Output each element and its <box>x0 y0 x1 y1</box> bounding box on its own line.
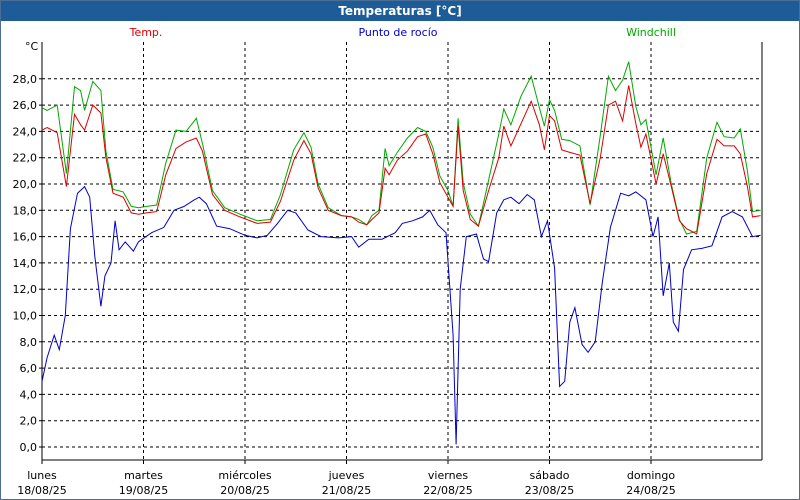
y-tick-label: 14,0 <box>13 257 38 270</box>
x-tick-date: 21/08/25 <box>322 484 371 497</box>
series-lines <box>41 61 761 445</box>
series-line-dewpoint <box>41 185 761 445</box>
x-tick-date: 24/08/25 <box>626 484 675 497</box>
x-tick-day: lunes <box>27 469 57 482</box>
x-tick-date: 23/08/25 <box>525 484 574 497</box>
x-tick-day: viernes <box>428 469 468 482</box>
y-tick-label: 4,0 <box>20 388 38 401</box>
x-tick-day: sábado <box>530 469 570 482</box>
y-tick-label: 28,0 <box>13 73 38 86</box>
y-tick-label: 2,0 <box>20 415 38 428</box>
y-tick-label: 12,0 <box>13 283 38 296</box>
x-tick-day: jueves <box>328 469 365 482</box>
y-tick-label: 20,0 <box>13 178 38 191</box>
x-tick-date: 20/08/25 <box>220 484 269 497</box>
y-tick-label: 0,0 <box>20 441 38 454</box>
legend-dewpoint: Punto de rocío <box>358 26 437 39</box>
legend-temp: Temp. <box>129 26 163 39</box>
x-tick-date: 18/08/25 <box>17 484 66 497</box>
y-tick-label: 18,0 <box>13 204 38 217</box>
y-tick-label: 24,0 <box>13 125 38 138</box>
y-tick-label: 6,0 <box>20 362 38 375</box>
legend-windchill: Windchill <box>626 26 676 39</box>
axes: 0,0 2,0 4,0 6,0 8,0 10,0 12,0 14,0 16,0 18,0 20,0 2… <box>13 42 763 497</box>
y-tick-label: 26,0 <box>13 99 38 112</box>
x-tick-date: 22/08/25 <box>423 484 472 497</box>
y-tick-label: 16,0 <box>13 231 38 244</box>
x-tick-date: 19/08/25 <box>119 484 168 497</box>
x-tick-day: miércoles <box>218 469 271 482</box>
legend: Temp. Punto de rocío Windchill <box>129 26 676 39</box>
grid <box>41 42 762 460</box>
y-axis-unit: °C <box>25 40 39 53</box>
series-line-windchill <box>41 61 761 235</box>
y-tick-label: 10,0 <box>13 310 38 323</box>
x-tick-day: martes <box>124 469 163 482</box>
x-tick-day: domingo <box>627 469 675 482</box>
temperature-chart: 0,0 2,0 4,0 6,0 8,0 10,0 12,0 14,0 16,0 18,0 20,0 2… <box>13 26 763 497</box>
y-tick-label: 8,0 <box>20 336 38 349</box>
y-tick-label: 22,0 <box>13 152 38 165</box>
